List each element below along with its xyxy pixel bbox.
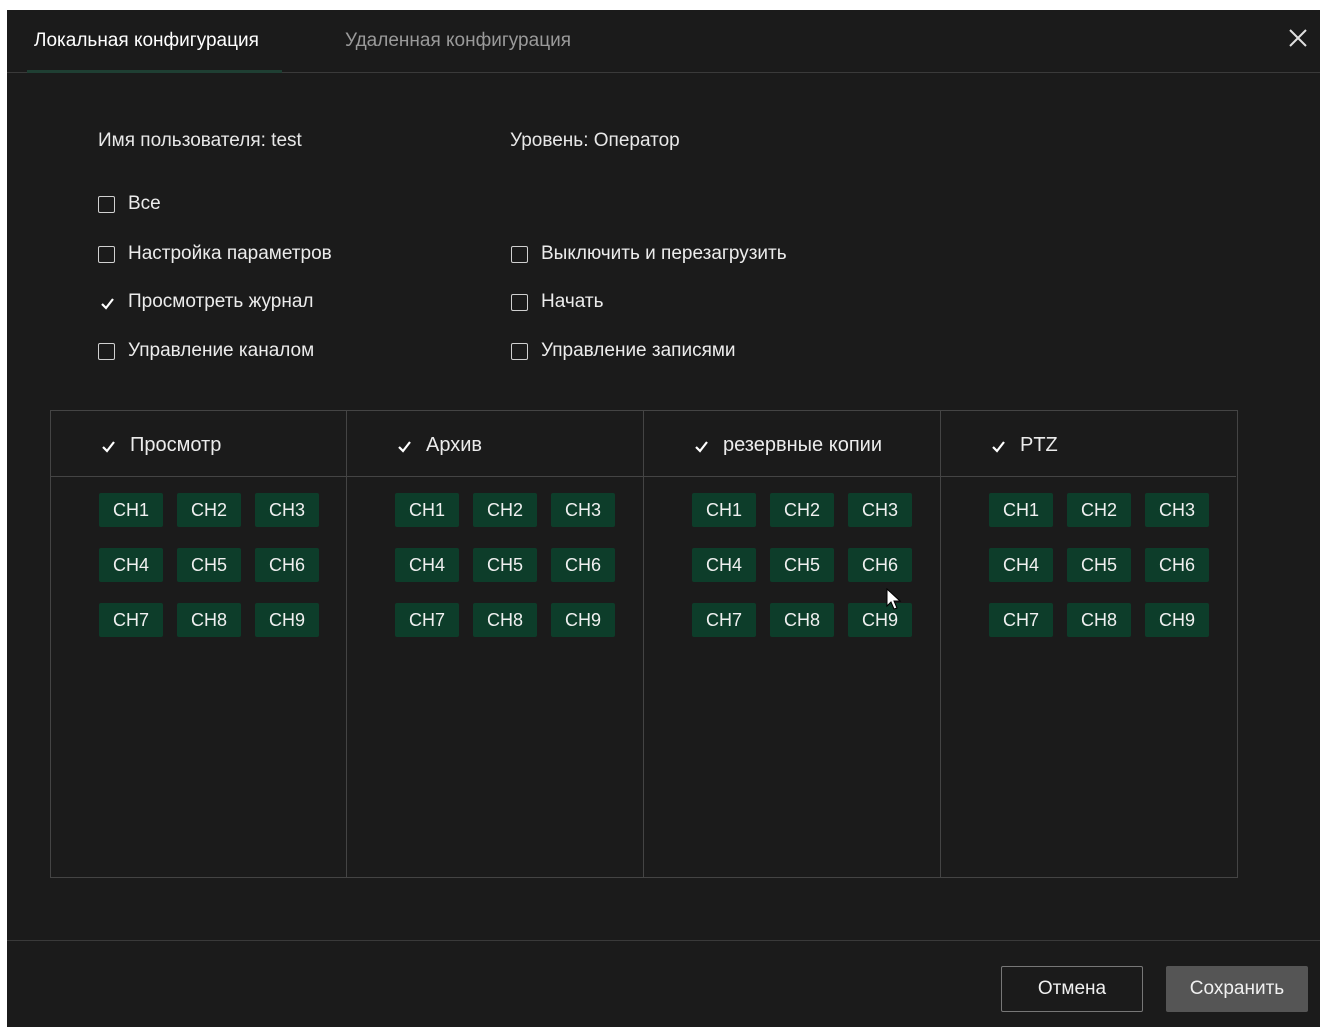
channel-chip[interactable]: CH3: [848, 493, 912, 527]
channel-chip[interactable]: CH9: [1145, 603, 1209, 637]
perm-channel[interactable]: Управление каналом: [98, 340, 314, 362]
mouse-cursor-icon: [886, 587, 902, 612]
channel-chip[interactable]: CH2: [770, 493, 834, 527]
channel-chip[interactable]: CH6: [1145, 548, 1209, 582]
perm-settings-label: Настройка параметров: [128, 243, 332, 264]
save-button[interactable]: Сохранить: [1166, 966, 1308, 1012]
channel-chip[interactable]: CH7: [989, 603, 1053, 637]
checkbox-checked-icon[interactable]: [989, 437, 1006, 454]
checkbox-icon[interactable]: [98, 195, 115, 213]
checkbox-icon[interactable]: [511, 245, 528, 263]
channel-chip[interactable]: CH8: [473, 603, 537, 637]
group-column-archive: Архив CH1 CH2 CH3 CH4 CH5 CH6 CH7 CH8 CH…: [347, 411, 644, 877]
checkbox-checked-icon[interactable]: [692, 437, 709, 454]
group-title: Архив: [426, 434, 483, 456]
group-column-backup: резервные копии CH1 CH2 CH3 CH4 CH5 CH6 …: [644, 411, 941, 877]
channel-chip[interactable]: CH4: [99, 548, 163, 582]
channel-chip[interactable]: CH2: [177, 493, 241, 527]
tab-local-config[interactable]: Локальная конфигурация: [34, 30, 259, 52]
close-icon[interactable]: [1286, 26, 1310, 50]
channel-chip[interactable]: CH6: [551, 548, 615, 582]
channel-chip[interactable]: CH8: [1067, 603, 1131, 637]
perm-channel-label: Управление каналом: [128, 340, 315, 361]
group-toggle-backup[interactable]: резервные копии: [692, 434, 882, 457]
user-permissions-dialog: Локальная конфигурация Удаленная конфигу…: [7, 10, 1320, 1027]
channel-chip[interactable]: CH5: [473, 548, 537, 582]
channel-chip[interactable]: CH5: [770, 548, 834, 582]
perm-log[interactable]: Просмотреть журнал: [98, 291, 314, 313]
group-header: Архив: [347, 411, 643, 477]
perm-all[interactable]: Все: [98, 193, 161, 215]
perm-all-label: Все: [128, 193, 161, 214]
channel-chip[interactable]: CH5: [177, 548, 241, 582]
channel-chip[interactable]: CH4: [989, 548, 1053, 582]
perm-shutdown-label: Выключить и перезагрузить: [541, 243, 787, 264]
checkbox-icon[interactable]: [98, 245, 115, 263]
cancel-button[interactable]: Отмена: [1001, 966, 1143, 1012]
checkbox-checked-icon[interactable]: [99, 437, 116, 454]
channel-chip[interactable]: CH1: [989, 493, 1053, 527]
channel-chip[interactable]: CH7: [395, 603, 459, 637]
checkbox-checked-icon[interactable]: [395, 437, 412, 454]
level-label: Уровень: Оператор: [510, 130, 680, 151]
channel-chip[interactable]: CH5: [1067, 548, 1131, 582]
perm-start[interactable]: Начать: [511, 291, 604, 313]
channel-chip[interactable]: CH9: [551, 603, 615, 637]
channel-chip[interactable]: CH7: [692, 603, 756, 637]
checkbox-icon[interactable]: [98, 342, 115, 360]
perm-log-label: Просмотреть журнал: [128, 291, 314, 312]
channel-chip[interactable]: CH1: [692, 493, 756, 527]
channel-chip[interactable]: CH2: [473, 493, 537, 527]
perm-records-label: Управление записями: [541, 340, 736, 361]
channel-chips: CH1 CH2 CH3 CH4 CH5 CH6 CH7 CH8 CH9: [989, 493, 1209, 637]
channel-chip[interactable]: CH6: [255, 548, 319, 582]
channel-chip[interactable]: CH4: [395, 548, 459, 582]
group-title: резервные копии: [723, 434, 882, 456]
channel-chips: CH1 CH2 CH3 CH4 CH5 CH6 CH7 CH8 CH9: [692, 493, 912, 637]
footer-divider: [7, 940, 1320, 941]
group-header: PTZ: [941, 411, 1236, 477]
group-title: Просмотр: [130, 434, 222, 456]
group-column-live: Просмотр CH1 CH2 CH3 CH4 CH5 CH6 CH7 CH8…: [51, 411, 347, 877]
channel-chip[interactable]: CH8: [177, 603, 241, 637]
username-label: Имя пользователя: test: [98, 130, 302, 151]
tab-remote-config[interactable]: Удаленная конфигурация: [345, 30, 571, 52]
channel-chips: CH1 CH2 CH3 CH4 CH5 CH6 CH7 CH8 CH9: [395, 493, 615, 637]
channel-chip[interactable]: CH3: [551, 493, 615, 527]
checkbox-checked-icon[interactable]: [98, 294, 115, 311]
channel-chip[interactable]: CH3: [1145, 493, 1209, 527]
channel-chip[interactable]: CH4: [692, 548, 756, 582]
group-header: Просмотр: [51, 411, 346, 477]
channel-chip[interactable]: CH6: [848, 548, 912, 582]
group-toggle-live[interactable]: Просмотр: [99, 434, 221, 457]
perm-start-label: Начать: [541, 291, 604, 312]
channel-chip[interactable]: CH3: [255, 493, 319, 527]
group-title: PTZ: [1020, 434, 1058, 456]
group-toggle-archive[interactable]: Архив: [395, 434, 482, 457]
channel-chip[interactable]: CH9: [255, 603, 319, 637]
group-toggle-ptz[interactable]: PTZ: [989, 434, 1058, 457]
channel-chip[interactable]: CH8: [770, 603, 834, 637]
channel-chip[interactable]: CH7: [99, 603, 163, 637]
channel-chip[interactable]: CH1: [395, 493, 459, 527]
active-tab-indicator: [27, 70, 282, 73]
channel-chip[interactable]: CH9: [848, 603, 912, 637]
group-header: резервные копии: [644, 411, 940, 477]
channel-permissions-grid: Просмотр CH1 CH2 CH3 CH4 CH5 CH6 CH7 CH8…: [50, 410, 1238, 878]
channel-chips: CH1 CH2 CH3 CH4 CH5 CH6 CH7 CH8 CH9: [99, 493, 319, 637]
group-column-ptz: PTZ CH1 CH2 CH3 CH4 CH5 CH6 CH7 CH8 CH9: [941, 411, 1236, 877]
perm-shutdown[interactable]: Выключить и перезагрузить: [511, 243, 787, 265]
checkbox-icon[interactable]: [511, 342, 528, 360]
channel-chip[interactable]: CH1: [99, 493, 163, 527]
channel-chip[interactable]: CH2: [1067, 493, 1131, 527]
tab-bar: Локальная конфигурация Удаленная конфигу…: [7, 10, 1320, 73]
perm-settings[interactable]: Настройка параметров: [98, 243, 332, 265]
checkbox-icon[interactable]: [511, 293, 528, 311]
perm-records[interactable]: Управление записями: [511, 340, 736, 362]
